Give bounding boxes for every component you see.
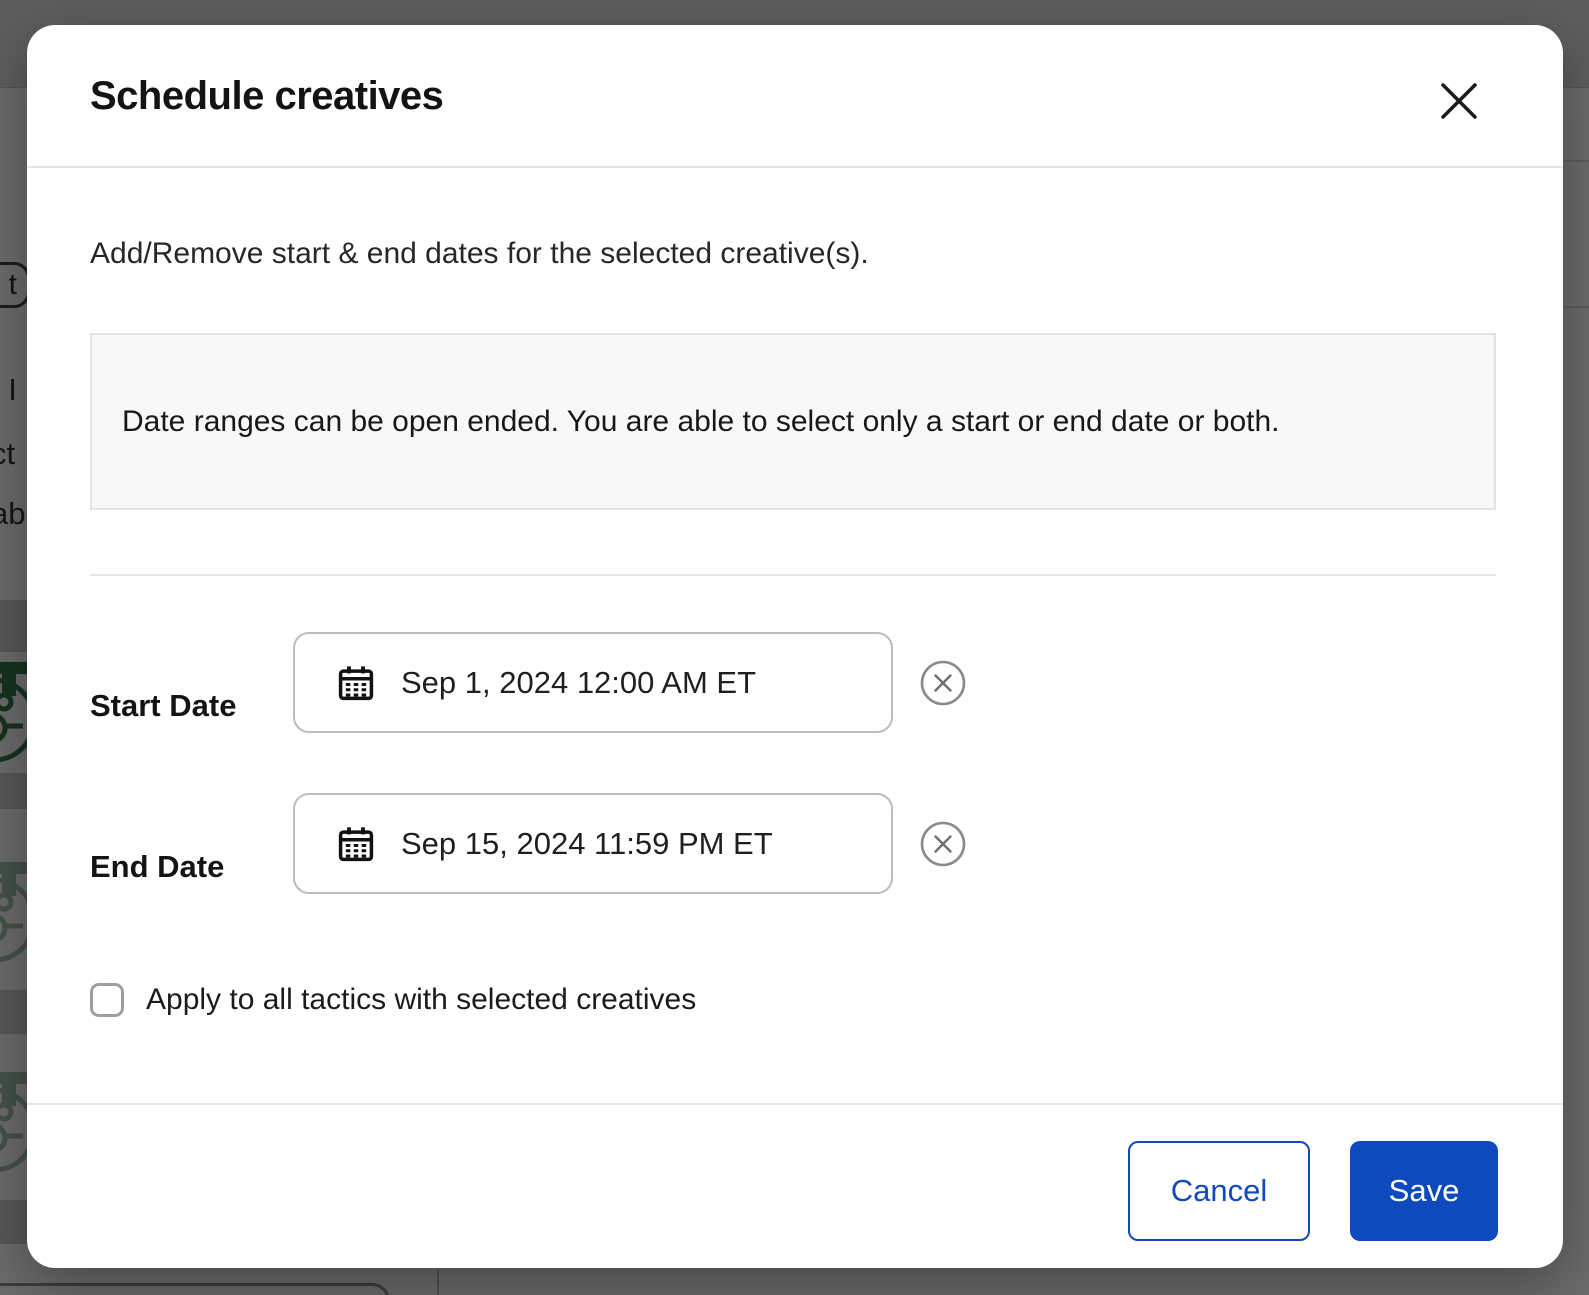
background-card-fragment <box>0 1283 390 1295</box>
circle-x-icon <box>919 820 967 868</box>
background-row-line <box>1560 160 1589 162</box>
screen: t t I ct ab Schedule cr <box>0 0 1589 1295</box>
background-text-fragment: ct <box>0 436 15 472</box>
start-date-label: Start Date <box>90 688 236 724</box>
dialog-description: Add/Remove start & end dates for the sel… <box>90 237 869 271</box>
background-column-divider <box>437 1270 439 1295</box>
apply-all-row[interactable]: Apply to all tactics with selected creat… <box>90 983 696 1017</box>
dialog-title: Schedule creatives <box>90 25 443 168</box>
close-icon <box>1436 78 1482 124</box>
calendar-icon <box>335 823 377 865</box>
save-button[interactable]: Save <box>1350 1141 1498 1241</box>
calendar-icon <box>335 662 377 704</box>
info-note-text: Date ranges can be open ended. You are a… <box>122 393 1280 451</box>
dialog-header: Schedule creatives <box>27 25 1563 168</box>
section-divider <box>90 574 1496 576</box>
end-date-label: End Date <box>90 849 224 885</box>
apply-all-checkbox[interactable] <box>90 983 124 1017</box>
clear-end-date-button[interactable] <box>919 820 967 868</box>
background-row-band <box>0 600 30 652</box>
start-date-value: Sep 1, 2024 12:00 AM ET <box>401 665 756 701</box>
schedule-creatives-dialog: Schedule creatives Add/Remove start & en… <box>27 25 1563 1268</box>
background-text-fragment: ab <box>0 496 25 532</box>
background-row-band <box>0 773 30 809</box>
background-row-line <box>1560 306 1589 308</box>
background-tag-text: t <box>9 268 17 302</box>
circle-x-icon <box>919 659 967 707</box>
dialog-footer: Cancel Save <box>27 1103 1563 1268</box>
end-date-input[interactable]: Sep 15, 2024 11:59 PM ET <box>293 793 893 894</box>
background-row-band <box>0 1200 30 1244</box>
close-button[interactable] <box>1433 75 1485 127</box>
start-date-input[interactable]: Sep 1, 2024 12:00 AM ET <box>293 632 893 733</box>
info-note-box: Date ranges can be open ended. You are a… <box>90 333 1496 510</box>
background-text-fragment: t I <box>0 372 17 408</box>
background-row-band <box>0 990 30 1034</box>
cancel-button[interactable]: Cancel <box>1128 1141 1310 1241</box>
clear-start-date-button[interactable] <box>919 659 967 707</box>
apply-all-label: Apply to all tactics with selected creat… <box>146 983 696 1017</box>
end-date-value: Sep 15, 2024 11:59 PM ET <box>401 826 773 862</box>
background-tag-fragment: t <box>0 262 30 308</box>
